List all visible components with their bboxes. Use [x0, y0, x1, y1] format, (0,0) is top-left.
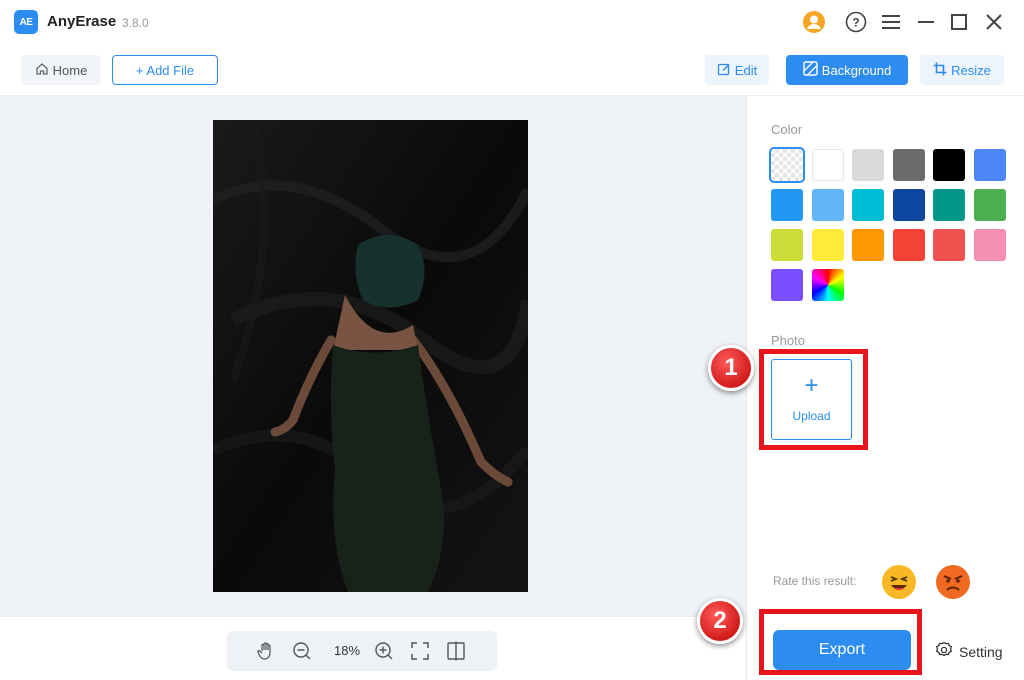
compare-icon[interactable] — [445, 640, 467, 662]
background-icon — [803, 61, 818, 79]
svg-text:?: ? — [852, 16, 859, 30]
color-swatch[interactable] — [933, 229, 965, 261]
background-tab[interactable]: Background — [786, 55, 908, 85]
color-section-title: Color — [771, 122, 803, 137]
gear-icon — [935, 641, 953, 662]
help-icon[interactable]: ? — [844, 10, 868, 34]
hand-tool-icon[interactable] — [255, 640, 277, 662]
color-swatch-transparent[interactable] — [769, 147, 805, 183]
step-2-badge: 2 — [697, 598, 743, 644]
menu-icon[interactable] — [879, 10, 903, 34]
color-swatch[interactable] — [933, 189, 965, 221]
maximize-icon[interactable] — [947, 10, 971, 34]
color-swatch[interactable] — [811, 149, 844, 181]
color-swatch[interactable] — [892, 229, 925, 261]
fit-screen-icon[interactable] — [409, 640, 431, 662]
zoom-bar-area: 18% — [0, 616, 746, 680]
app-logo: AE — [14, 10, 38, 34]
background-tab-label: Background — [821, 62, 892, 78]
preview-canvas — [0, 96, 746, 616]
angry-emoji-icon[interactable] — [936, 565, 970, 599]
color-swatch[interactable] — [811, 189, 844, 221]
app-version: 3.8.0 — [122, 16, 149, 30]
edit-icon — [717, 62, 731, 79]
setting-label: Setting — [959, 643, 1003, 660]
resize-tab[interactable]: Resize — [920, 55, 1004, 85]
preview-image — [213, 120, 528, 592]
zoom-level: 18% — [333, 643, 361, 658]
minimize-icon[interactable] — [914, 10, 938, 34]
color-swatch[interactable] — [771, 269, 803, 301]
color-swatch[interactable] — [973, 149, 1006, 181]
color-swatch[interactable] — [892, 189, 925, 221]
highlight-upload-box — [759, 349, 868, 450]
color-swatch-custom[interactable] — [811, 269, 844, 301]
photo-section-title: Photo — [771, 333, 805, 348]
home-button-label: Home — [52, 62, 88, 78]
close-icon[interactable] — [982, 10, 1006, 34]
zoom-out-icon[interactable] — [291, 640, 313, 662]
color-swatch[interactable] — [811, 229, 844, 261]
user-avatar-icon[interactable] — [802, 10, 826, 34]
resize-tab-label: Resize — [951, 62, 991, 78]
color-swatch[interactable] — [771, 229, 803, 261]
color-swatch[interactable] — [933, 149, 965, 181]
rate-label: Rate this result: — [773, 574, 857, 588]
highlight-export-box — [759, 609, 922, 675]
laughing-emoji-icon[interactable] — [882, 565, 916, 599]
edit-tab-label: Edit — [734, 62, 758, 78]
color-swatch[interactable] — [892, 149, 925, 181]
home-icon — [35, 62, 49, 79]
edit-tab[interactable]: Edit — [705, 55, 769, 85]
toolbar: Home + Add File Edit Background Resize — [0, 44, 1024, 96]
color-swatch[interactable] — [973, 189, 1006, 221]
crop-icon — [933, 62, 947, 79]
title-bar: AE AnyErase 3.8.0 ? — [0, 0, 1024, 44]
zoom-in-icon[interactable] — [373, 640, 395, 662]
zoom-toolbar: 18% — [227, 631, 497, 671]
color-swatch[interactable] — [852, 229, 884, 261]
home-button[interactable]: Home — [21, 55, 101, 85]
add-file-button[interactable]: + Add File — [112, 55, 218, 85]
color-swatch[interactable] — [852, 149, 884, 181]
color-swatch[interactable] — [973, 229, 1006, 261]
step-1-badge: 1 — [708, 345, 754, 391]
app-name: AnyErase — [47, 13, 117, 30]
color-swatch[interactable] — [852, 189, 884, 221]
setting-button[interactable]: Setting — [935, 641, 1003, 662]
color-swatch[interactable] — [771, 189, 803, 221]
